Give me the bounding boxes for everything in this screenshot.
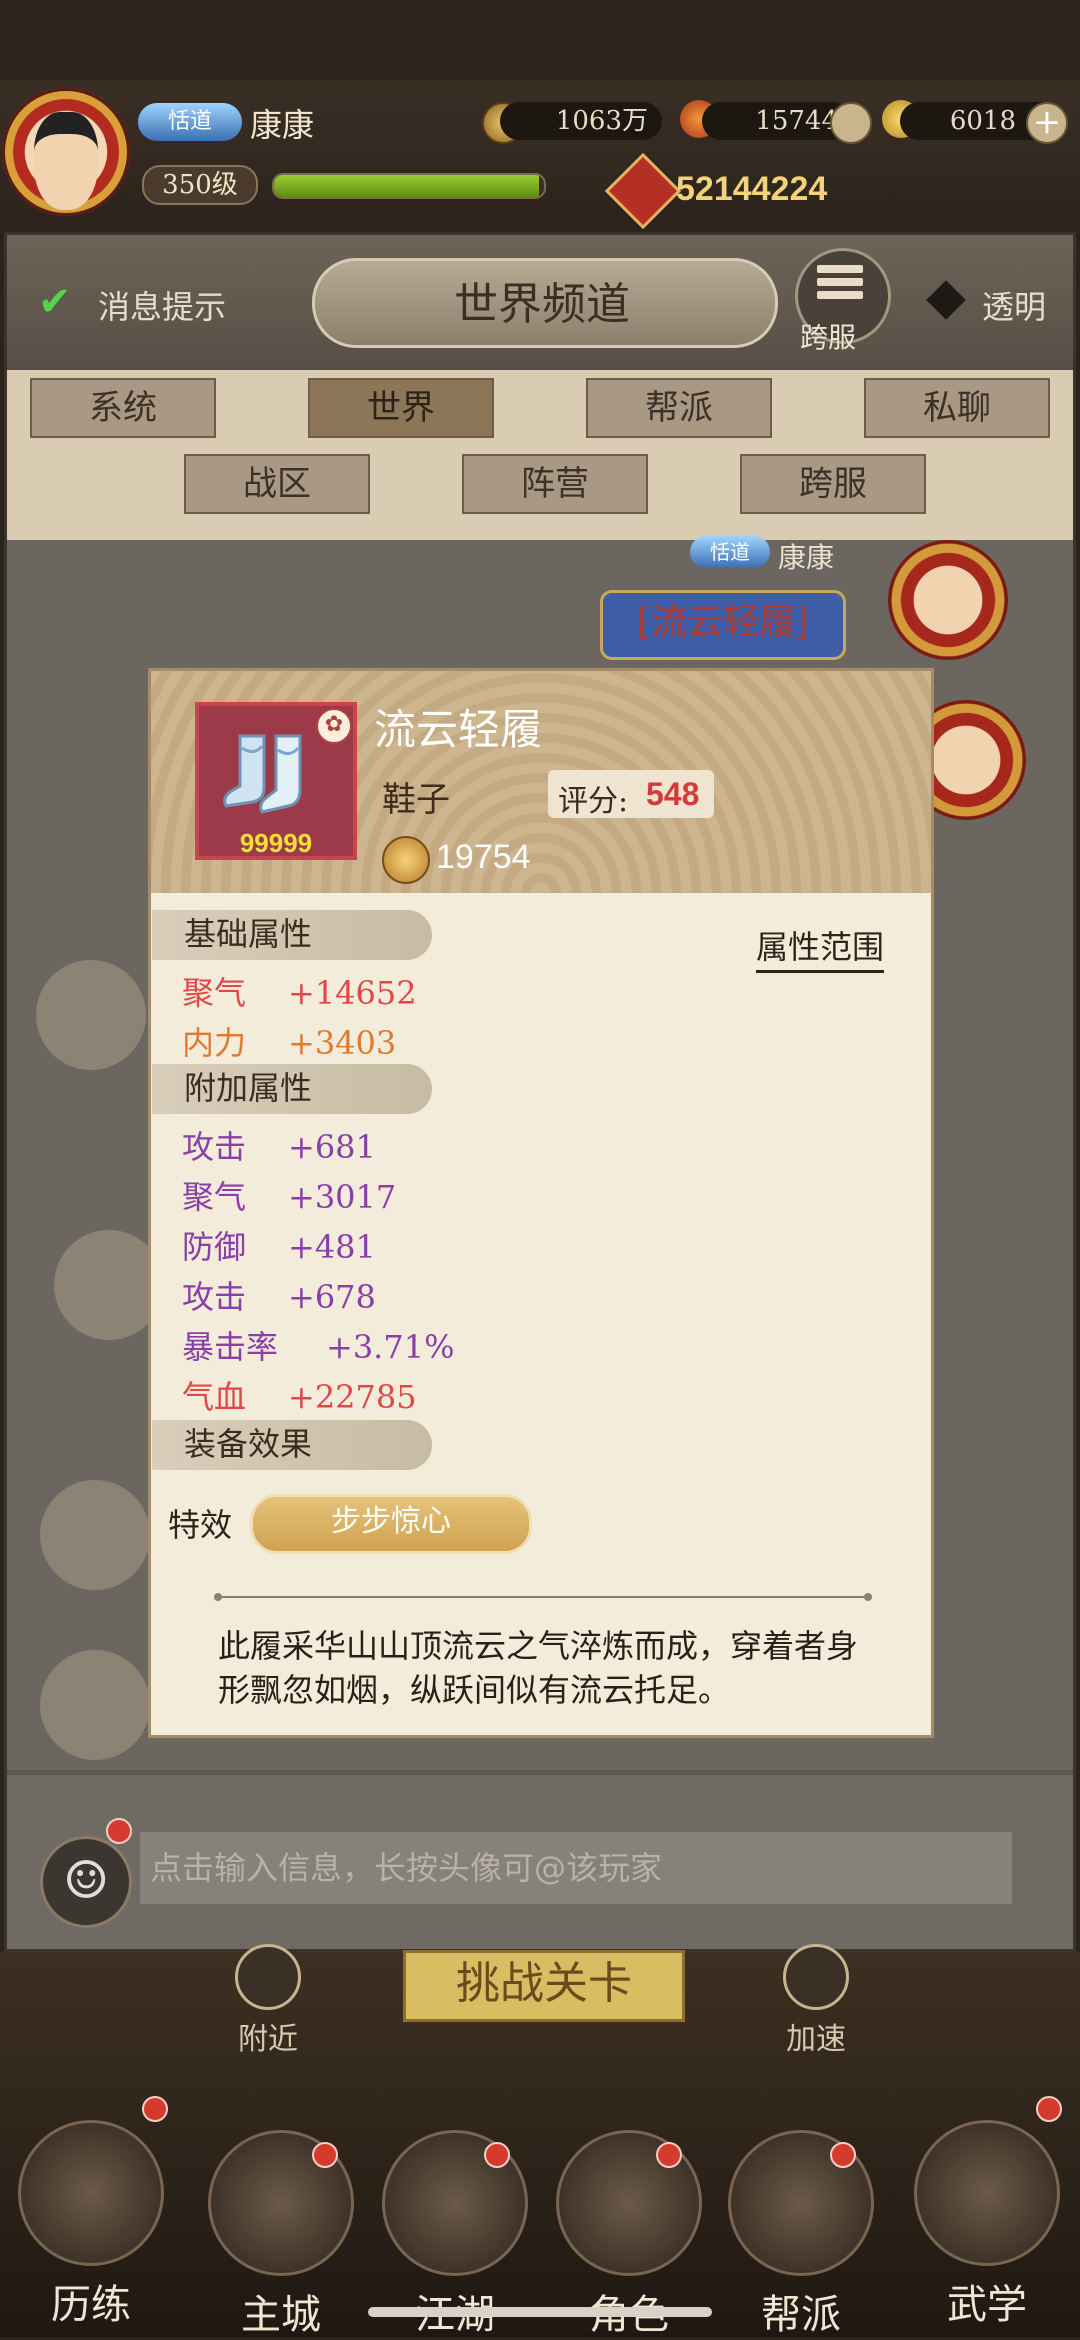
attribute-value: +14652 xyxy=(288,974,417,1012)
attribute-name: 聚气 xyxy=(182,1178,247,1216)
chat-input[interactable] xyxy=(140,1832,1012,1904)
notification-dot xyxy=(142,2096,168,2122)
player-rank-badge: 恬道 xyxy=(138,103,242,141)
player-level: 350级 xyxy=(142,165,258,205)
notification-dot xyxy=(106,1818,132,1844)
special-effect-label: 特效 xyxy=(168,1506,233,1544)
training-icon xyxy=(18,2120,164,2266)
attribute-value: +678 xyxy=(288,1278,376,1316)
item-power: 19754 xyxy=(436,838,531,876)
power-coin-icon xyxy=(382,836,430,884)
message-rank-badge: 恬道 xyxy=(690,536,770,568)
item-count: 99999 xyxy=(239,828,313,858)
speedup-button[interactable]: 加速 xyxy=(766,1944,866,2058)
attribute-name: 聚气 xyxy=(182,974,247,1012)
attribute-value: +3.71% xyxy=(326,1328,455,1366)
message-avatar[interactable] xyxy=(888,540,1008,660)
tab-world[interactable]: 世界 xyxy=(308,378,494,438)
attribute-value: +3017 xyxy=(288,1178,397,1216)
tab-system[interactable]: 系统 xyxy=(30,378,216,438)
attribute-row: 防御 +481 xyxy=(182,1222,376,1268)
special-effect-value[interactable]: 步步惊心 xyxy=(250,1494,532,1554)
notification-dot xyxy=(484,2142,510,2168)
item-score-label: 评分: xyxy=(558,784,629,819)
item-quality-badge-icon: ✿ xyxy=(316,708,352,744)
notification-dot xyxy=(830,2142,856,2168)
channel-title: 世界频道 xyxy=(454,279,630,330)
add-gold-icon[interactable]: + xyxy=(1026,102,1068,144)
tab-guild[interactable]: 帮派 xyxy=(586,378,772,438)
speedup-label: 加速 xyxy=(786,2022,846,2057)
resource-copper: 1063万 xyxy=(500,102,662,140)
exp-bar-fill xyxy=(274,175,539,197)
tab-war-zone[interactable]: 战区 xyxy=(184,454,370,514)
nav-label: 武学 xyxy=(947,2282,1027,2328)
player-name: 康康 xyxy=(250,106,315,144)
attribute-value: +681 xyxy=(288,1128,376,1166)
message-sender-name: 康康 xyxy=(778,541,835,574)
divider xyxy=(216,1596,868,1598)
challenge-button[interactable]: 挑战关卡 xyxy=(403,1950,685,2022)
attribute-name: 攻击 xyxy=(182,1128,247,1166)
emoji-button[interactable]: ☺ xyxy=(40,1836,132,1928)
check-icon[interactable]: ✔ xyxy=(38,282,78,322)
message-avatar[interactable] xyxy=(36,960,146,1070)
attribute-row: 暴击率 +3.71% xyxy=(182,1322,454,1368)
attribute-name: 攻击 xyxy=(182,1278,247,1316)
cross-server-label[interactable]: 跨服 xyxy=(800,316,856,356)
attribute-row: 攻击 +678 xyxy=(182,1272,376,1318)
attribute-range-link[interactable]: 属性范围 xyxy=(756,922,885,973)
message-avatar[interactable] xyxy=(40,1650,150,1760)
tab-camp[interactable]: 阵营 xyxy=(462,454,648,514)
tab-cross-server[interactable]: 跨服 xyxy=(740,454,926,514)
item-type: 鞋子 xyxy=(382,780,450,820)
nearby-icon xyxy=(235,1944,301,2010)
scroll-icon xyxy=(914,2120,1060,2266)
item-name: 流云轻履 xyxy=(374,705,543,754)
resource-add-icon[interactable] xyxy=(830,102,872,144)
nav-label: 主城 xyxy=(241,2292,321,2338)
attribute-row: 聚气 +14652 xyxy=(182,968,417,1014)
attribute-name: 气血 xyxy=(182,1378,247,1416)
message-item-link[interactable]: [流云轻履] xyxy=(600,590,846,660)
tab-private[interactable]: 私聊 xyxy=(864,378,1050,438)
attribute-name: 暴击率 xyxy=(182,1328,279,1366)
nearby-label: 附近 xyxy=(238,2022,298,2057)
notification-dot xyxy=(656,2142,682,2168)
attribute-name: 防御 xyxy=(182,1228,247,1266)
attribute-row: 聚气 +3017 xyxy=(182,1172,396,1218)
message-avatar[interactable] xyxy=(40,1480,150,1590)
nav-character[interactable]: 角色 xyxy=(554,2130,704,2338)
extra-attributes-header: 附加属性 xyxy=(152,1064,432,1114)
attribute-value: +22785 xyxy=(288,1378,417,1416)
player-power: 52144224 xyxy=(676,170,828,208)
attribute-row: 攻击 +681 xyxy=(182,1122,376,1168)
nav-label: 帮派 xyxy=(761,2292,841,2338)
attribute-row: 气血 +22785 xyxy=(182,1372,417,1418)
nav-martial-arts[interactable]: 武学 xyxy=(912,2120,1062,2328)
notify-toggle-label[interactable]: 消息提示 xyxy=(98,282,226,328)
attribute-value: +3403 xyxy=(288,1024,397,1062)
transparent-toggle-label[interactable]: 透明 xyxy=(982,282,1046,328)
boots-icon xyxy=(223,734,302,814)
item-description: 此履采华山山顶流云之气淬炼而成，穿着者身形飘忽如烟，纵跃间似有流云托足。 xyxy=(218,1627,859,1709)
attribute-name: 内力 xyxy=(182,1024,247,1062)
nearby-button[interactable]: 附近 xyxy=(218,1944,318,2058)
player-avatar-face xyxy=(34,112,98,210)
home-indicator[interactable] xyxy=(368,2307,712,2317)
exp-bar xyxy=(272,173,546,199)
item-score: 548 xyxy=(646,776,700,812)
notification-dot xyxy=(1036,2096,1062,2122)
attribute-value: +481 xyxy=(288,1228,376,1266)
notification-dot xyxy=(312,2142,338,2168)
base-attributes-header: 基础属性 xyxy=(152,910,432,960)
attribute-row: 内力 +3403 xyxy=(182,1018,396,1064)
divider-dot xyxy=(864,1593,872,1601)
equipment-effect-header: 装备效果 xyxy=(152,1420,432,1470)
speedup-icon xyxy=(783,1944,849,2010)
nav-label: 历练 xyxy=(51,2282,131,2328)
nav-training[interactable]: 历练 xyxy=(16,2120,166,2328)
menu-list-icon xyxy=(817,265,863,299)
